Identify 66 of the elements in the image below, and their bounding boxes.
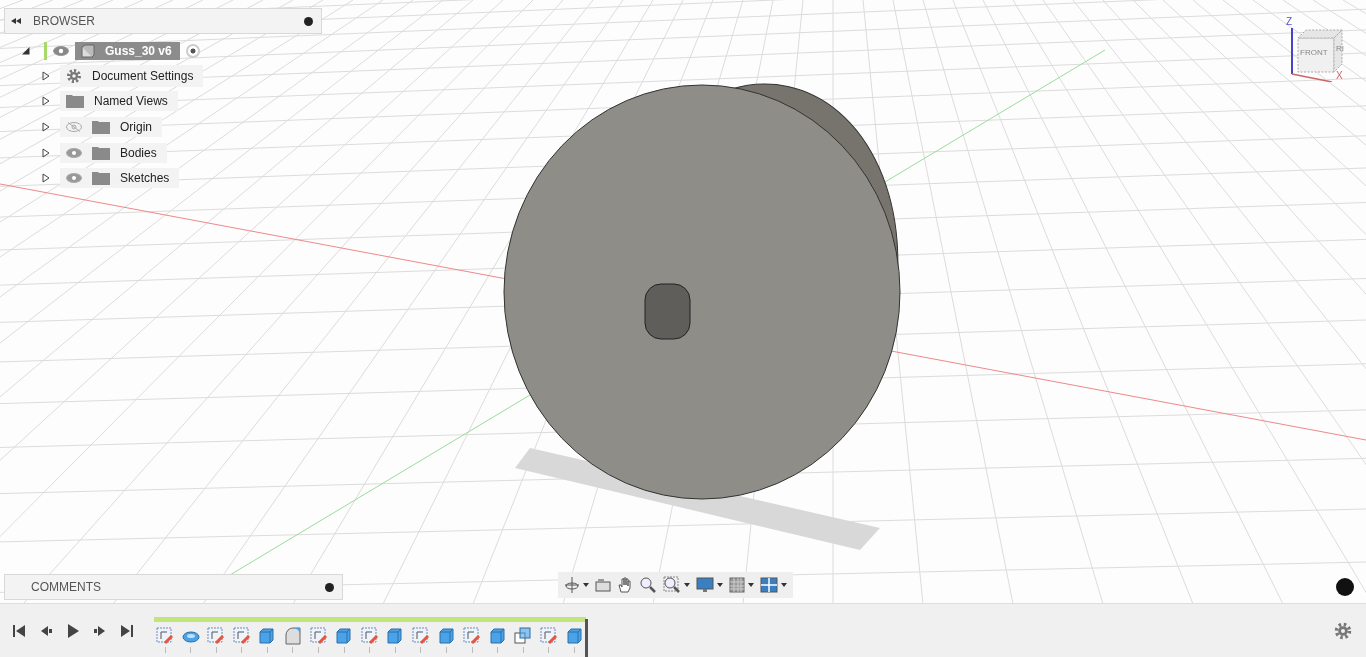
expand-triangle-icon[interactable] — [42, 96, 50, 107]
play-icon[interactable] — [66, 623, 80, 638]
caret-icon[interactable] — [583, 583, 589, 587]
sketch-icon[interactable] — [207, 626, 226, 645]
extrude-icon[interactable] — [258, 626, 277, 645]
panel-title: COMMENTS — [31, 580, 102, 594]
expand-triangle-icon[interactable] — [42, 122, 50, 132]
extrude-icon[interactable] — [437, 626, 456, 645]
expand-triangle-icon[interactable] — [22, 47, 30, 55]
caret-icon[interactable] — [781, 583, 787, 587]
collapse-icon[interactable] — [11, 18, 21, 24]
eye-icon[interactable] — [53, 46, 69, 56]
expand-triangle-icon[interactable] — [42, 147, 50, 158]
skip-end-icon[interactable] — [120, 623, 134, 638]
minimize-icon[interactable] — [304, 16, 313, 26]
sketch-icon[interactable] — [539, 626, 558, 645]
camera-icon[interactable] — [595, 578, 611, 592]
combine-icon[interactable] — [514, 626, 533, 645]
logo-icon[interactable] — [1336, 578, 1354, 596]
step-back-icon[interactable] — [39, 623, 53, 638]
extrude-icon[interactable] — [386, 626, 405, 645]
folder-icon — [92, 120, 110, 134]
add-comment-icon[interactable] — [325, 582, 334, 592]
gear-icon — [66, 67, 82, 84]
folder-icon — [92, 145, 110, 160]
extrude-icon[interactable] — [488, 626, 507, 645]
cube-face-label: RI — [1336, 44, 1344, 53]
axis-label: X — [1336, 70, 1343, 81]
caret-icon[interactable] — [717, 583, 723, 587]
sketch-icon[interactable] — [411, 626, 430, 645]
panel-title: BROWSER — [33, 14, 96, 28]
browser-item[interactable]: Bodies — [60, 142, 167, 163]
cube-face-label: FRONT — [1300, 48, 1328, 57]
browser-item[interactable]: Document Settings — [60, 64, 204, 87]
eye-icon[interactable] — [66, 147, 82, 158]
monitor-icon[interactable] — [696, 577, 714, 593]
step-forward-icon[interactable] — [93, 623, 107, 638]
hand-icon[interactable] — [617, 576, 633, 594]
browser-item[interactable]: Sketches — [60, 168, 180, 189]
activate-radio[interactable] — [185, 44, 200, 58]
expand-triangle-icon[interactable] — [42, 173, 50, 184]
expand-triangle-icon[interactable] — [42, 70, 50, 81]
extrude-icon[interactable] — [565, 626, 584, 645]
sketch-icon[interactable] — [232, 626, 251, 645]
orbit-icon[interactable] — [564, 576, 580, 594]
axis-label: Z — [1286, 16, 1293, 27]
component-icon — [81, 44, 95, 58]
folder-icon — [66, 94, 84, 109]
settings-icon[interactable] — [1334, 621, 1352, 640]
sketch-icon[interactable] — [156, 626, 174, 645]
eye-icon[interactable] — [66, 173, 82, 184]
sketch-icon[interactable] — [463, 626, 482, 645]
sketch-icon[interactable] — [360, 626, 379, 645]
timeline-marker[interactable] — [585, 618, 588, 657]
fillet-icon[interactable] — [283, 626, 302, 645]
extrude-icon[interactable] — [335, 626, 354, 645]
caret-icon[interactable] — [748, 583, 754, 587]
zoom-window-icon[interactable] — [663, 576, 681, 594]
browser-item[interactable]: Origin — [60, 117, 162, 137]
browser-item[interactable]: Named Views — [60, 91, 178, 112]
skip-start-icon[interactable] — [12, 623, 26, 638]
viewports-icon[interactable] — [760, 577, 778, 593]
sketch-icon[interactable] — [309, 626, 328, 645]
zoom-icon[interactable] — [639, 576, 657, 594]
caret-icon[interactable] — [684, 583, 690, 587]
folder-icon — [92, 171, 110, 186]
